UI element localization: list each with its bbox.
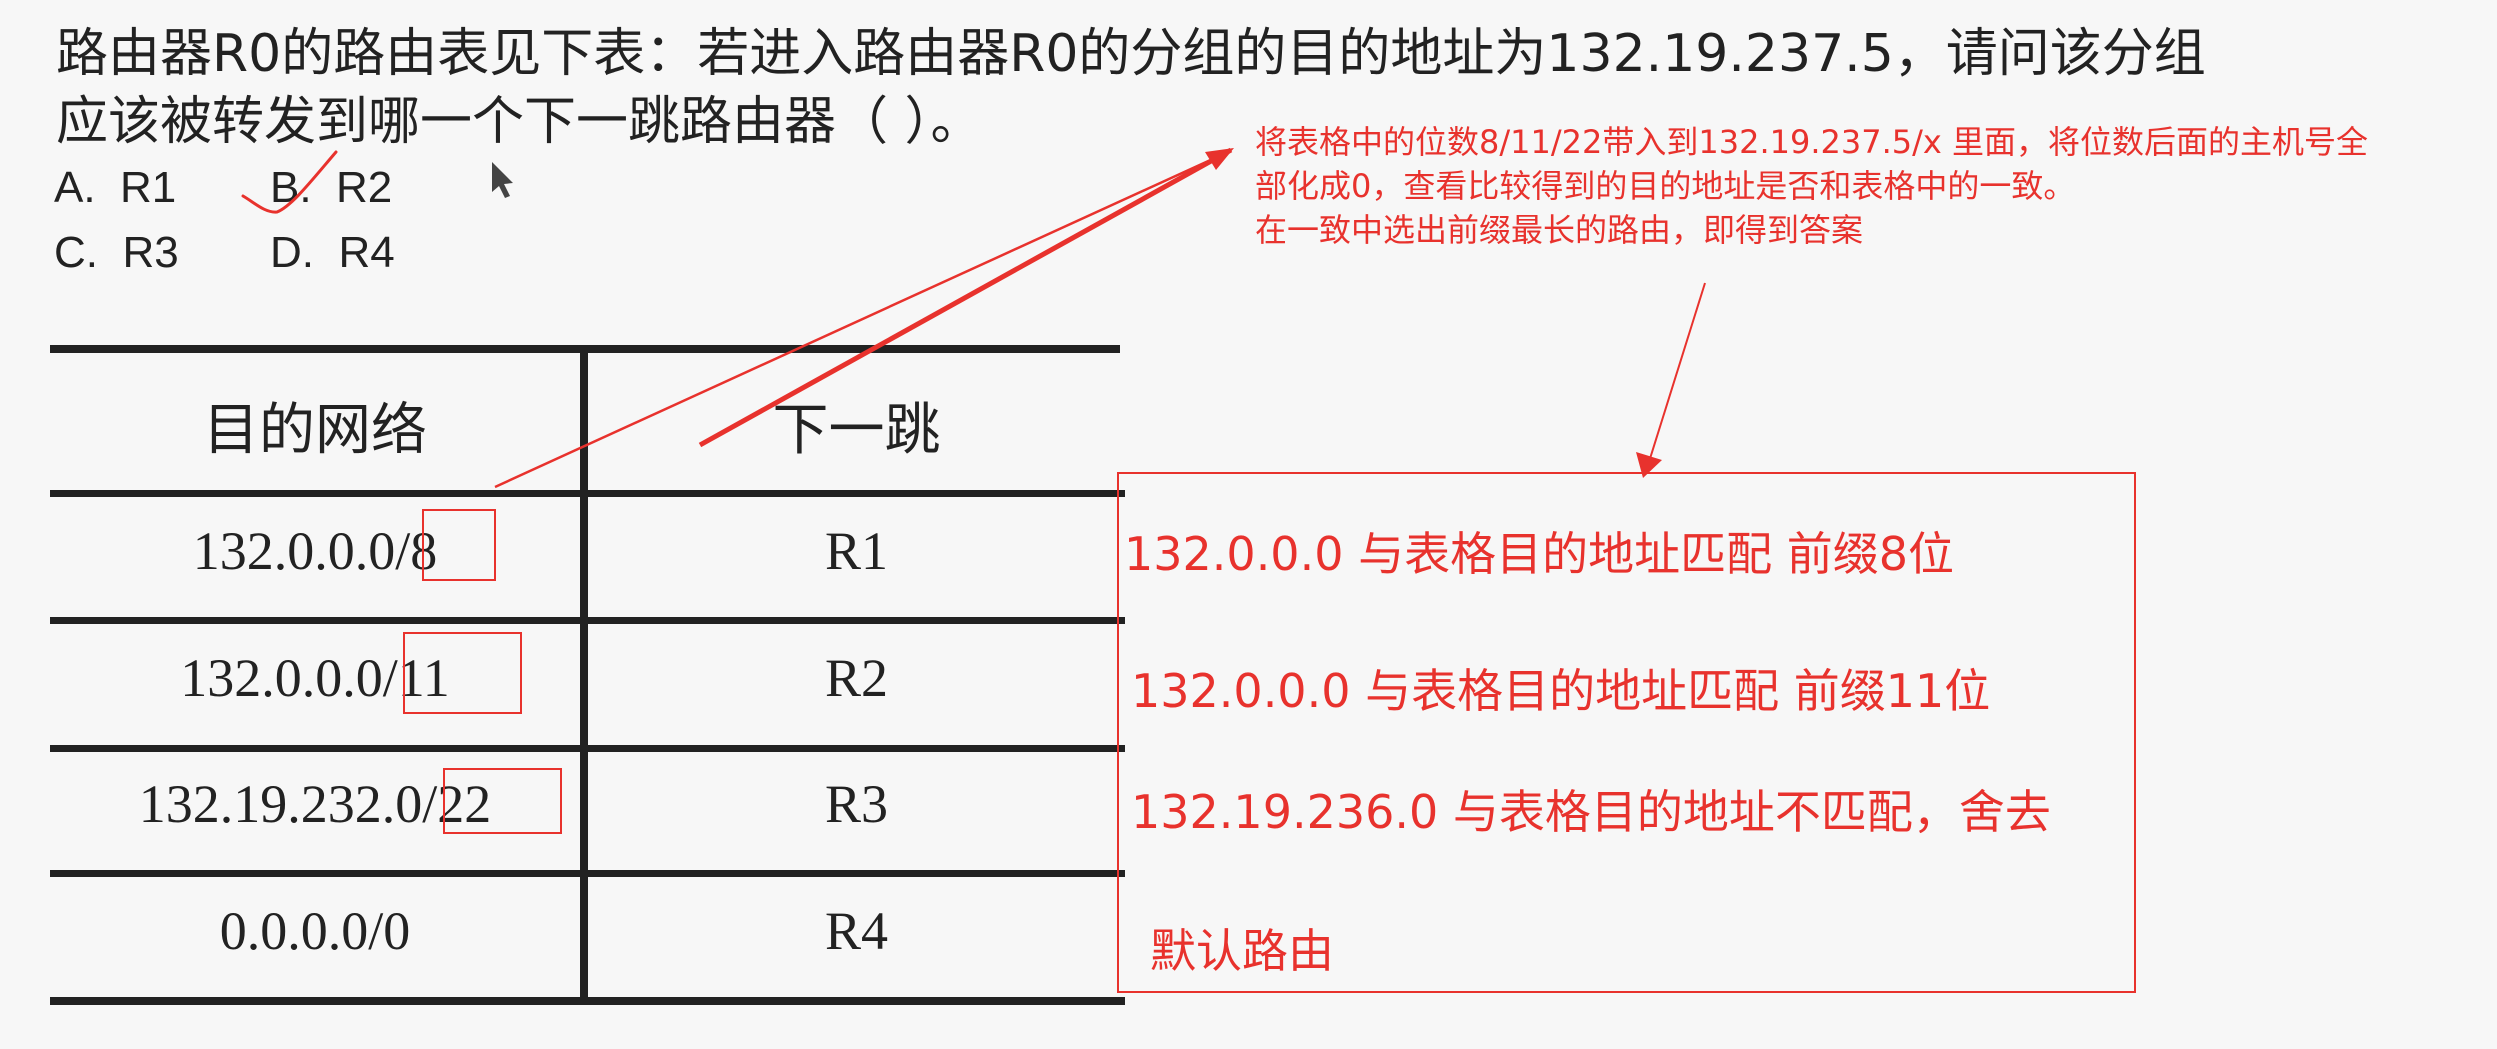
- checkmark-icon: [241, 150, 338, 214]
- annotation-overlay: [241, 147, 1706, 489]
- arrow-shaft: [698, 147, 1233, 448]
- arrow-line: [494, 150, 1229, 489]
- cursor-icon: [492, 162, 513, 198]
- down-arrow-head-icon: [1636, 452, 1662, 478]
- arrow-head-icon: [1205, 148, 1234, 170]
- down-arrow-line: [1647, 282, 1706, 466]
